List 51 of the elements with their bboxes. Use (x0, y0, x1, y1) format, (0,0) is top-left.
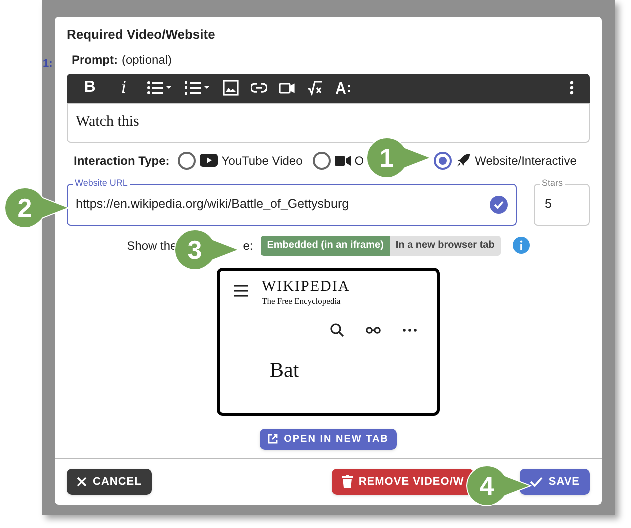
square-root-icon[interactable] (307, 80, 323, 96)
play-icon (200, 154, 218, 167)
step-callout-tooltip: 1 (366, 137, 432, 179)
italic-button[interactable]: i (113, 76, 135, 100)
trash-icon (342, 475, 353, 488)
check-icon (530, 476, 543, 487)
radio-button[interactable] (178, 152, 196, 170)
dialog-title: Required Video/Website (67, 26, 216, 44)
menu-icon (234, 284, 248, 296)
more-icon (403, 328, 417, 332)
toggle-option[interactable]: In a new browser tab (390, 236, 501, 256)
radio-label: Website/Interactive (475, 152, 577, 170)
radio-label: YouTube Video (222, 152, 303, 170)
background-label: 1: (43, 57, 53, 72)
video-camera-icon[interactable] (279, 80, 295, 96)
bulleted-list-icon[interactable] (147, 80, 173, 96)
article-heading: Bat (270, 357, 300, 384)
stars-value: 5 (545, 196, 552, 214)
radio-label: O (354, 152, 364, 170)
link-icon[interactable] (251, 80, 267, 96)
step-callout-tooltip: 3 (174, 229, 240, 271)
more-icon[interactable] (570, 81, 574, 95)
open-in-new-tab-button[interactable]: OPEN IN NEW TAB (260, 428, 397, 450)
save-button[interactable]: SAVE (520, 468, 590, 495)
step-callout-tooltip: 2 (4, 187, 70, 229)
rocket-icon (456, 153, 472, 168)
glasses-icon (366, 326, 381, 334)
wikipedia-tagline: The Free Encyclopedia (262, 294, 342, 308)
interaction-type-label: Interaction Type: (74, 152, 170, 170)
url-value: https://en.wikipedia.org/wiki/Battle_of_Gettysburg (76, 196, 350, 214)
prompt-hint: (optional) (122, 52, 172, 68)
close-icon (77, 476, 87, 487)
video-camera-icon (334, 154, 351, 166)
wikipedia-wordmark: WIKIPEDIA (262, 278, 350, 294)
field-label: Stars (540, 178, 566, 188)
radio-button[interactable] (312, 152, 331, 170)
bold-button[interactable]: B (79, 76, 101, 100)
show-label: e: (243, 238, 254, 254)
numbered-list-icon[interactable] (185, 80, 211, 96)
radio-button[interactable] (434, 152, 452, 170)
editor-field[interactable]: Watch this (67, 102, 590, 142)
info-icon[interactable] (512, 237, 530, 254)
text-size-icon[interactable] (335, 80, 351, 96)
image-icon[interactable] (223, 80, 239, 96)
search-icon (330, 323, 344, 338)
external-link-icon (268, 434, 278, 444)
step-callout-tooltip: 4 (466, 465, 532, 507)
prompt-label: Prompt: (72, 52, 118, 68)
cancel-button[interactable]: CANCEL (67, 468, 152, 495)
field-label: Website URL (73, 178, 130, 188)
remove-button[interactable]: REMOVE VIDEO/W (332, 468, 474, 495)
